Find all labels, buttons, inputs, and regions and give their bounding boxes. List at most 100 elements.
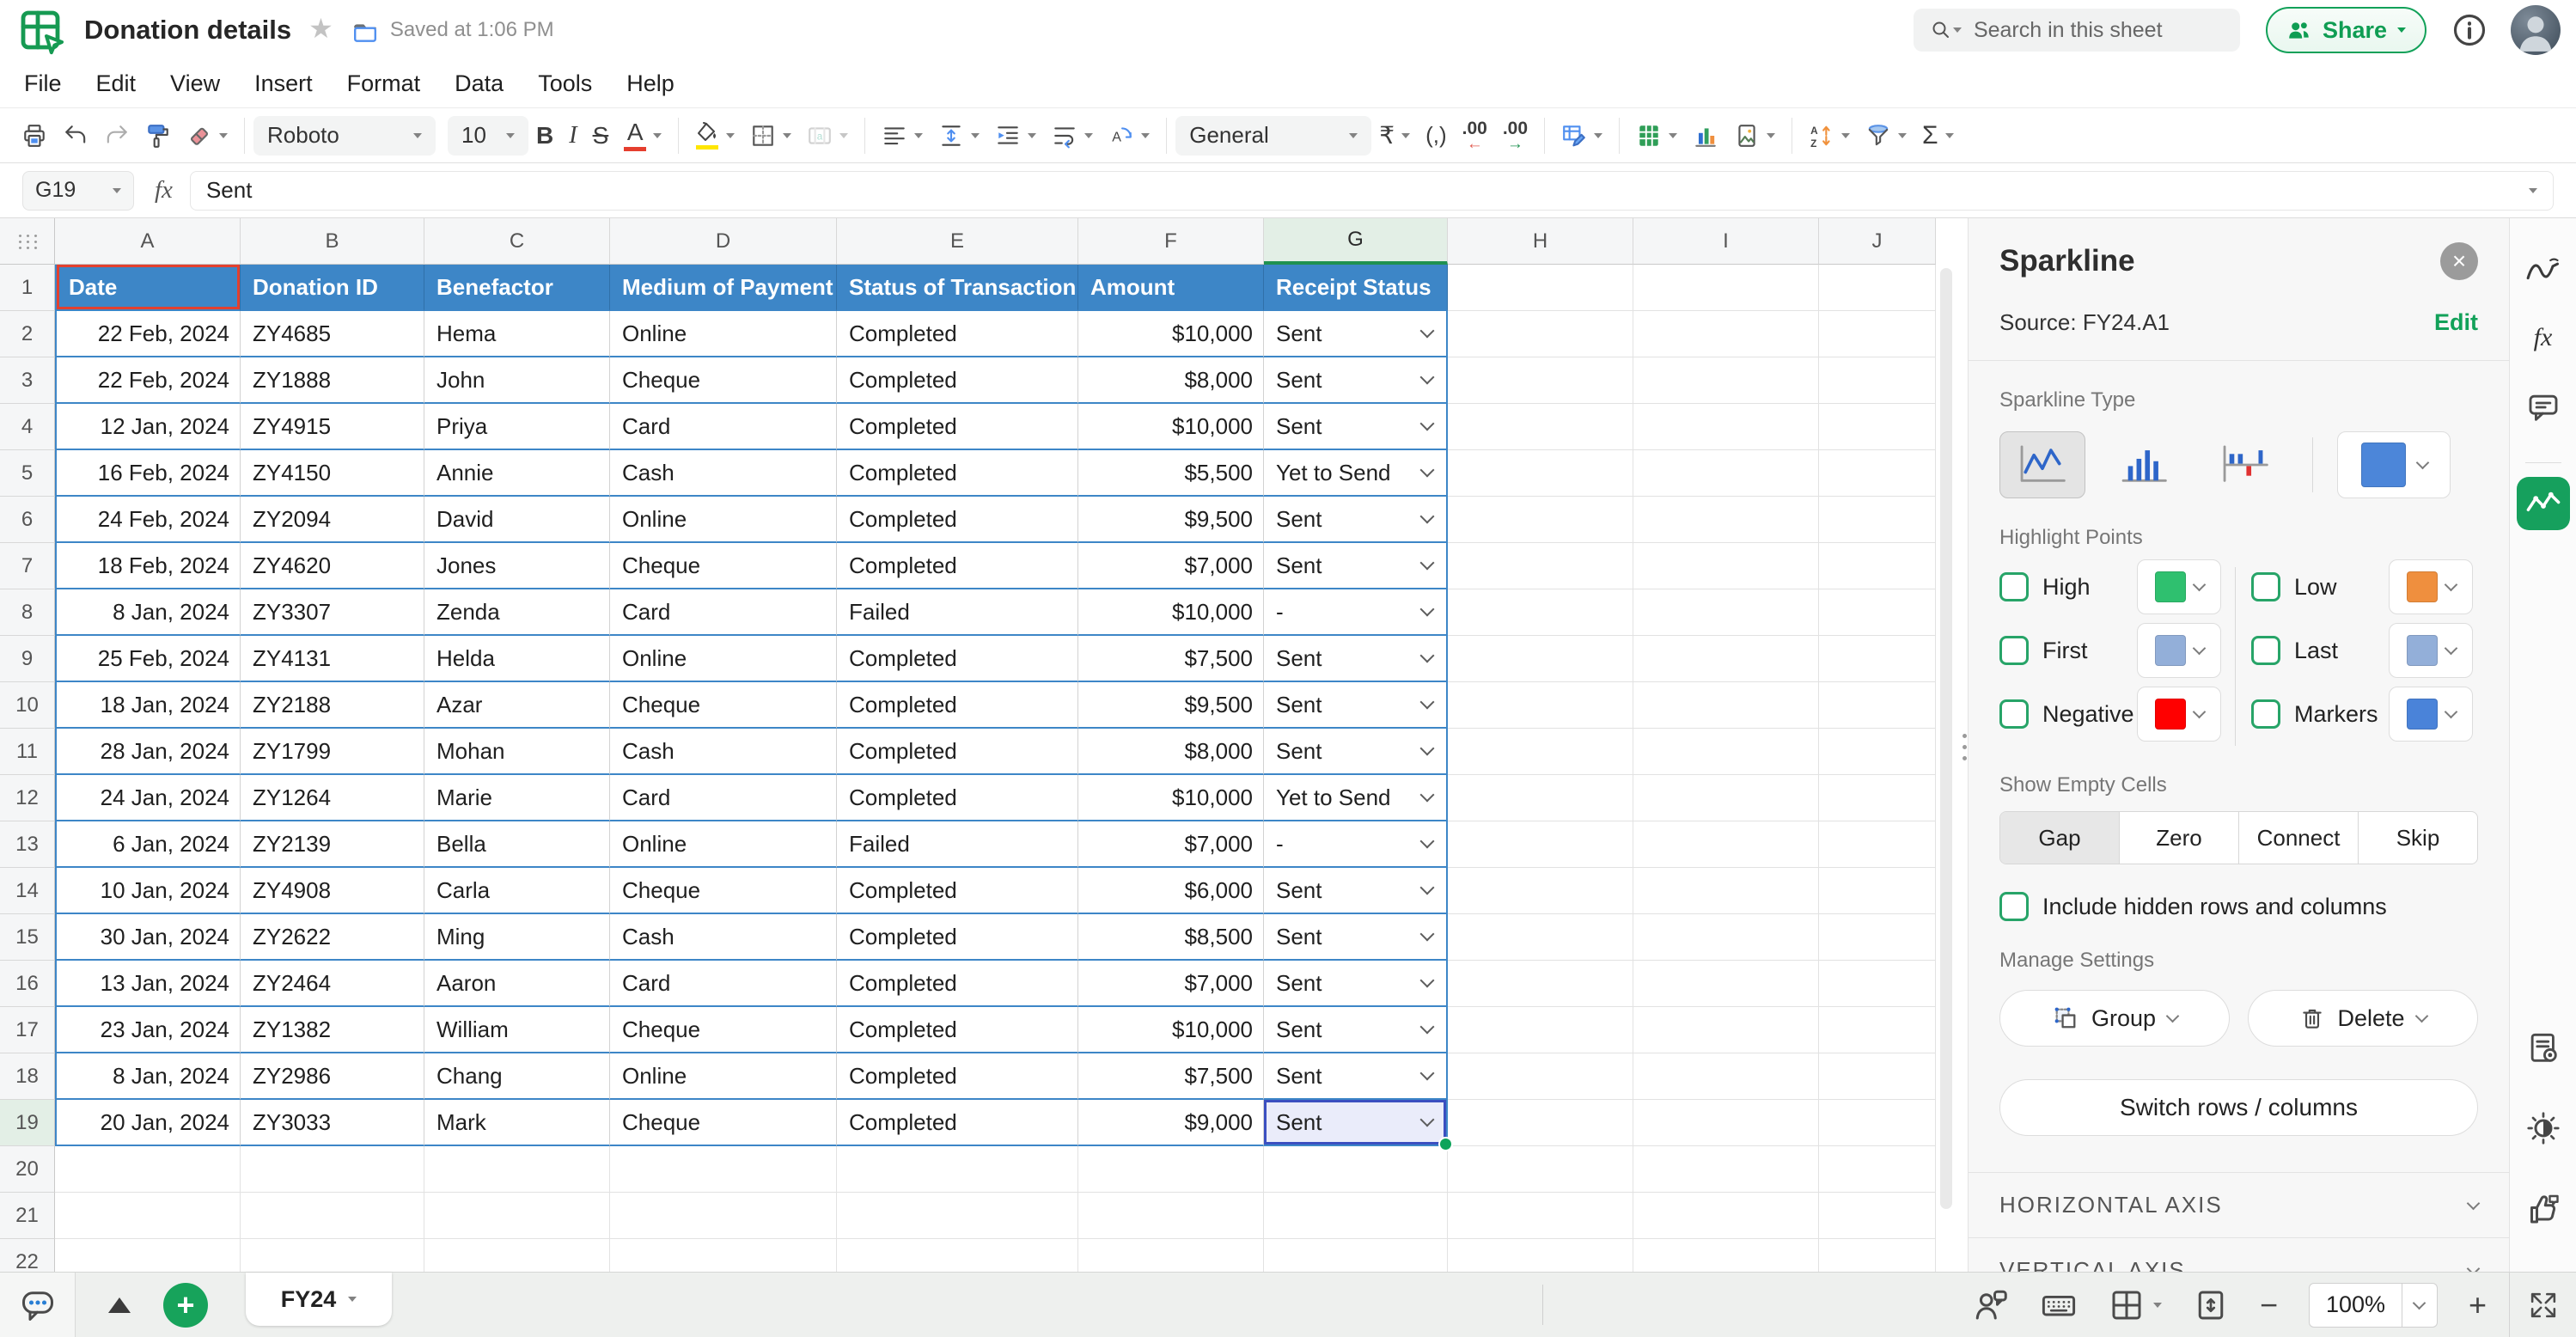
cell-A19[interactable]: 20 Jan, 2024 [55,1100,241,1146]
cell-I15[interactable] [1633,914,1819,961]
cell-J10[interactable] [1819,682,1936,729]
cell-E18[interactable]: Completed [837,1053,1078,1100]
cell-D10[interactable]: Cheque [610,682,837,729]
cell-A6[interactable]: 24 Feb, 2024 [55,497,241,543]
dropdown-chevron-icon[interactable] [1419,416,1435,431]
cell-J6[interactable] [1819,497,1936,543]
empty-cells-option-connect[interactable]: Connect [2239,812,2359,864]
row-header-22[interactable]: 22 [0,1239,55,1272]
cell-A7[interactable]: 18 Feb, 2024 [55,543,241,589]
row-header-1[interactable]: 1 [0,265,55,311]
cell-G5[interactable]: Yet to Send [1264,450,1448,497]
cell-I17[interactable] [1633,1007,1819,1053]
fullscreen-button[interactable] [2509,1273,2576,1337]
row-header-10[interactable]: 10 [0,682,55,729]
text-color-button[interactable]: A [616,114,669,157]
cell-J18[interactable] [1819,1053,1936,1100]
cell-B1[interactable]: Donation ID [241,265,424,311]
cell-F20[interactable] [1078,1146,1264,1193]
column-header-J[interactable]: J [1819,218,1936,265]
cell-B2[interactable]: ZY4685 [241,311,424,357]
cell-B3[interactable]: ZY1888 [241,357,424,404]
currency-caret[interactable] [1401,132,1411,138]
cell-I13[interactable] [1633,821,1819,868]
cell-E16[interactable]: Completed [837,961,1078,1007]
cell-F14[interactable]: $6,000 [1078,868,1264,914]
cell-E17[interactable]: Completed [837,1007,1078,1053]
cell-G15[interactable]: Sent [1264,914,1448,961]
cell-J21[interactable] [1819,1193,1936,1239]
cell-J15[interactable] [1819,914,1936,961]
clear-format-button[interactable] [179,114,235,157]
cell-E6[interactable]: Completed [837,497,1078,543]
horizontal-align-button[interactable] [874,114,931,157]
cell-D18[interactable]: Online [610,1053,837,1100]
formula-input[interactable]: Sent [189,170,2554,211]
cell-F6[interactable]: $9,500 [1078,497,1264,543]
cell-C8[interactable]: Zenda [424,589,610,636]
cell-D7[interactable]: Cheque [610,543,837,589]
delete-button[interactable]: Delete [2248,990,2478,1047]
cell-G2[interactable]: Sent [1264,311,1448,357]
zia-icon[interactable] [2524,254,2562,285]
cell-H15[interactable] [1448,914,1633,961]
cell-J22[interactable] [1819,1239,1936,1272]
zoom-out-button[interactable]: − [2260,1287,2278,1323]
menu-item-insert[interactable]: Insert [237,70,330,97]
cell-A8[interactable]: 8 Jan, 2024 [55,589,241,636]
cell-G3[interactable]: Sent [1264,357,1448,404]
column-header-E[interactable]: E [837,218,1078,265]
row-header-12[interactable]: 12 [0,775,55,821]
cell-C22[interactable] [424,1239,610,1272]
dropdown-chevron-icon[interactable] [1419,694,1435,710]
cell-D4[interactable]: Card [610,404,837,450]
cell-F8[interactable]: $10,000 [1078,589,1264,636]
cell-H8[interactable] [1448,589,1633,636]
text-wrap-caret[interactable] [1084,132,1094,138]
cell-J5[interactable] [1819,450,1936,497]
highlight-low-color-picker[interactable] [2389,559,2473,614]
cell-C11[interactable]: Mohan [424,729,610,775]
cell-F1[interactable]: Amount [1078,265,1264,311]
cell-B16[interactable]: ZY2464 [241,961,424,1007]
text-rotate-button[interactable]: A [1101,114,1157,157]
cell-J20[interactable] [1819,1146,1936,1193]
cell-F19[interactable]: $9,000 [1078,1100,1264,1146]
cell-H22[interactable] [1448,1239,1633,1272]
cell-B11[interactable]: ZY1799 [241,729,424,775]
cell-E13[interactable]: Failed [837,821,1078,868]
collaborators-icon[interactable] [1973,1287,2009,1323]
cell-G4[interactable]: Sent [1264,404,1448,450]
cell-H5[interactable] [1448,450,1633,497]
highlight-high-checkbox[interactable] [1999,572,2029,601]
cell-E22[interactable] [837,1239,1078,1272]
cell-H7[interactable] [1448,543,1633,589]
cell-C20[interactable] [424,1146,610,1193]
dropdown-chevron-icon[interactable] [1419,1065,1435,1081]
cell-H6[interactable] [1448,497,1633,543]
cell-E5[interactable]: Completed [837,450,1078,497]
section-vertical-axis[interactable]: VERTICAL AXIS [1969,1237,2509,1272]
cell-C1[interactable]: Benefactor [424,265,610,311]
discuss-button[interactable] [0,1273,76,1337]
insert-image-caret[interactable] [1767,132,1776,138]
sheet-list-button[interactable] [108,1297,131,1313]
cell-F15[interactable]: $8,500 [1078,914,1264,961]
cell-H13[interactable] [1448,821,1633,868]
cell-I5[interactable] [1633,450,1819,497]
cell-F10[interactable]: $9,500 [1078,682,1264,729]
conditional-format-button[interactable] [1554,114,1610,157]
freeze-panes-button[interactable] [2109,1287,2162,1323]
edit-source-link[interactable]: Edit [2434,309,2478,336]
dropdown-chevron-icon[interactable] [1419,462,1435,478]
cell-C12[interactable]: Marie [424,775,610,821]
cell-H10[interactable] [1448,682,1633,729]
row-header-8[interactable]: 8 [0,589,55,636]
cell-J7[interactable] [1819,543,1936,589]
row-header-21[interactable]: 21 [0,1193,55,1239]
cell-F3[interactable]: $8,000 [1078,357,1264,404]
cell-F7[interactable]: $7,000 [1078,543,1264,589]
sparkline-type-winloss-button[interactable] [2202,431,2288,498]
row-header-19[interactable]: 19 [0,1100,55,1146]
cell-C14[interactable]: Carla [424,868,610,914]
